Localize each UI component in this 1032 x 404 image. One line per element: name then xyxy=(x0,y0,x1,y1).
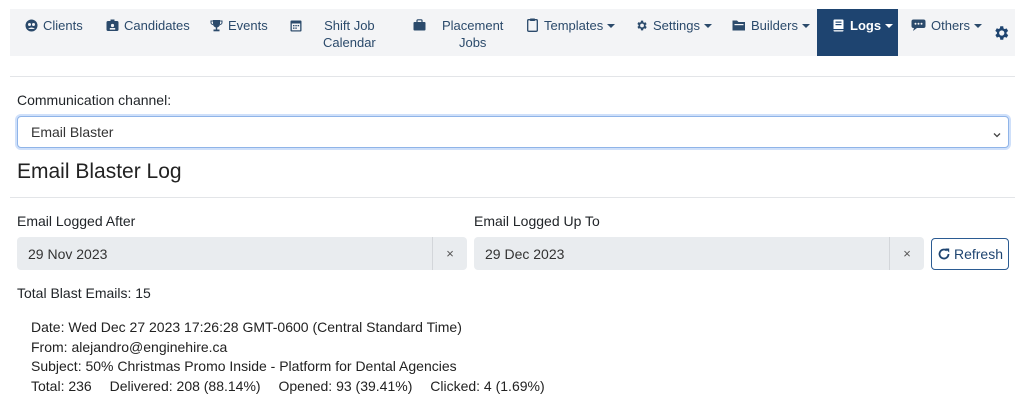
nav-shift-line2: Calendar xyxy=(323,35,376,50)
log-stats: Total: 236 Delivered: 208 (88.14%) Opene… xyxy=(31,377,559,397)
settings-gear-button[interactable] xyxy=(992,9,1010,56)
book-icon xyxy=(831,18,845,32)
log-from: From: alejandro@enginehire.ca xyxy=(31,338,228,355)
communication-channel-select[interactable]: Email Blaster xyxy=(17,116,1009,148)
refresh-icon xyxy=(938,248,950,260)
gear-icon xyxy=(992,24,1010,45)
nav-settings-label: Settings xyxy=(653,18,700,33)
chevron-down-icon xyxy=(607,24,616,28)
log-delivered: Delivered: 208 (88.14%) xyxy=(109,377,261,394)
log-clicked: Clicked: 4 (1.69%) xyxy=(430,377,545,394)
nav-others[interactable]: Others xyxy=(910,9,983,56)
chevron-down-icon xyxy=(801,24,810,28)
nav-candidates[interactable]: Candidates xyxy=(105,9,190,56)
log-opened: Opened: 93 (39.41%) xyxy=(278,377,413,394)
refresh-button[interactable]: Refresh xyxy=(931,238,1009,270)
divider xyxy=(10,76,1015,77)
chevron-down-icon xyxy=(974,24,983,28)
nav-placement-jobs[interactable]: Placement Jobs xyxy=(412,9,503,56)
logged-upto-input[interactable]: 29 Dec 2023 xyxy=(474,237,889,270)
clear-upto-button[interactable]: × xyxy=(889,237,924,270)
calendar-icon xyxy=(289,18,303,32)
log-entry: Date: Wed Dec 27 2023 17:26:28 GMT-0600 … xyxy=(31,318,559,396)
comment-dots-icon xyxy=(910,18,926,32)
divider xyxy=(10,197,1015,198)
nav-others-label: Others xyxy=(931,18,971,33)
nav-clients[interactable]: Clients xyxy=(24,9,83,56)
channel-selected-value: Email Blaster xyxy=(31,124,114,140)
nav-shift-line1: Shift Job xyxy=(324,18,375,33)
chevron-down-icon xyxy=(703,24,712,28)
channel-label: Communication channel: xyxy=(17,92,172,108)
refresh-label: Refresh xyxy=(953,246,1004,262)
chevron-down-icon xyxy=(992,127,1002,138)
nav-events[interactable]: Events xyxy=(209,9,268,56)
logged-upto-label: Email Logged Up To xyxy=(474,213,600,229)
nav-settings[interactable]: Settings xyxy=(634,9,712,56)
nav-shift-job-calendar[interactable]: Shift Job Calendar xyxy=(289,9,376,56)
page-title: Email Blaster Log xyxy=(17,160,182,183)
trophy-icon xyxy=(209,18,223,32)
logged-after-label: Email Logged After xyxy=(17,213,136,229)
nav-candidates-label: Candidates xyxy=(124,18,190,33)
logged-after-input[interactable]: 29 Nov 2023 xyxy=(17,237,432,270)
nav-placement-line1: Placement xyxy=(442,18,504,33)
folder-open-icon xyxy=(732,18,746,32)
briefcase-icon xyxy=(412,18,426,32)
nav-logs[interactable]: Logs xyxy=(817,9,898,56)
chevron-down-icon xyxy=(885,24,894,28)
clear-after-button[interactable]: × xyxy=(432,237,467,270)
nav-placement-line2: Jobs xyxy=(458,35,487,50)
users-icon xyxy=(24,18,38,32)
top-navbar: Clients Candidates Events Shift Job Cale… xyxy=(10,9,1015,56)
log-subject: Subject: 50% Christmas Promo Inside - Pl… xyxy=(31,358,457,374)
gear-icon xyxy=(634,18,648,32)
id-badge-icon xyxy=(105,18,119,32)
log-date: Date: Wed Dec 27 2023 17:26:28 GMT-0600 … xyxy=(31,319,462,335)
total-blast-emails: Total Blast Emails: 15 xyxy=(17,285,151,301)
logged-after-group: 29 Nov 2023 × xyxy=(17,237,467,270)
logged-upto-group: 29 Dec 2023 × xyxy=(474,237,924,270)
nav-builders-label: Builders xyxy=(751,18,798,33)
nav-events-label: Events xyxy=(228,18,268,33)
nav-clients-label: Clients xyxy=(43,18,83,33)
nav-templates-label: Templates xyxy=(544,18,604,33)
clipboard-icon xyxy=(525,18,539,32)
nav-builders[interactable]: Builders xyxy=(732,9,810,56)
nav-templates[interactable]: Templates xyxy=(525,9,616,56)
nav-logs-label: Logs xyxy=(850,18,882,33)
log-total: Total: 236 xyxy=(31,377,92,394)
